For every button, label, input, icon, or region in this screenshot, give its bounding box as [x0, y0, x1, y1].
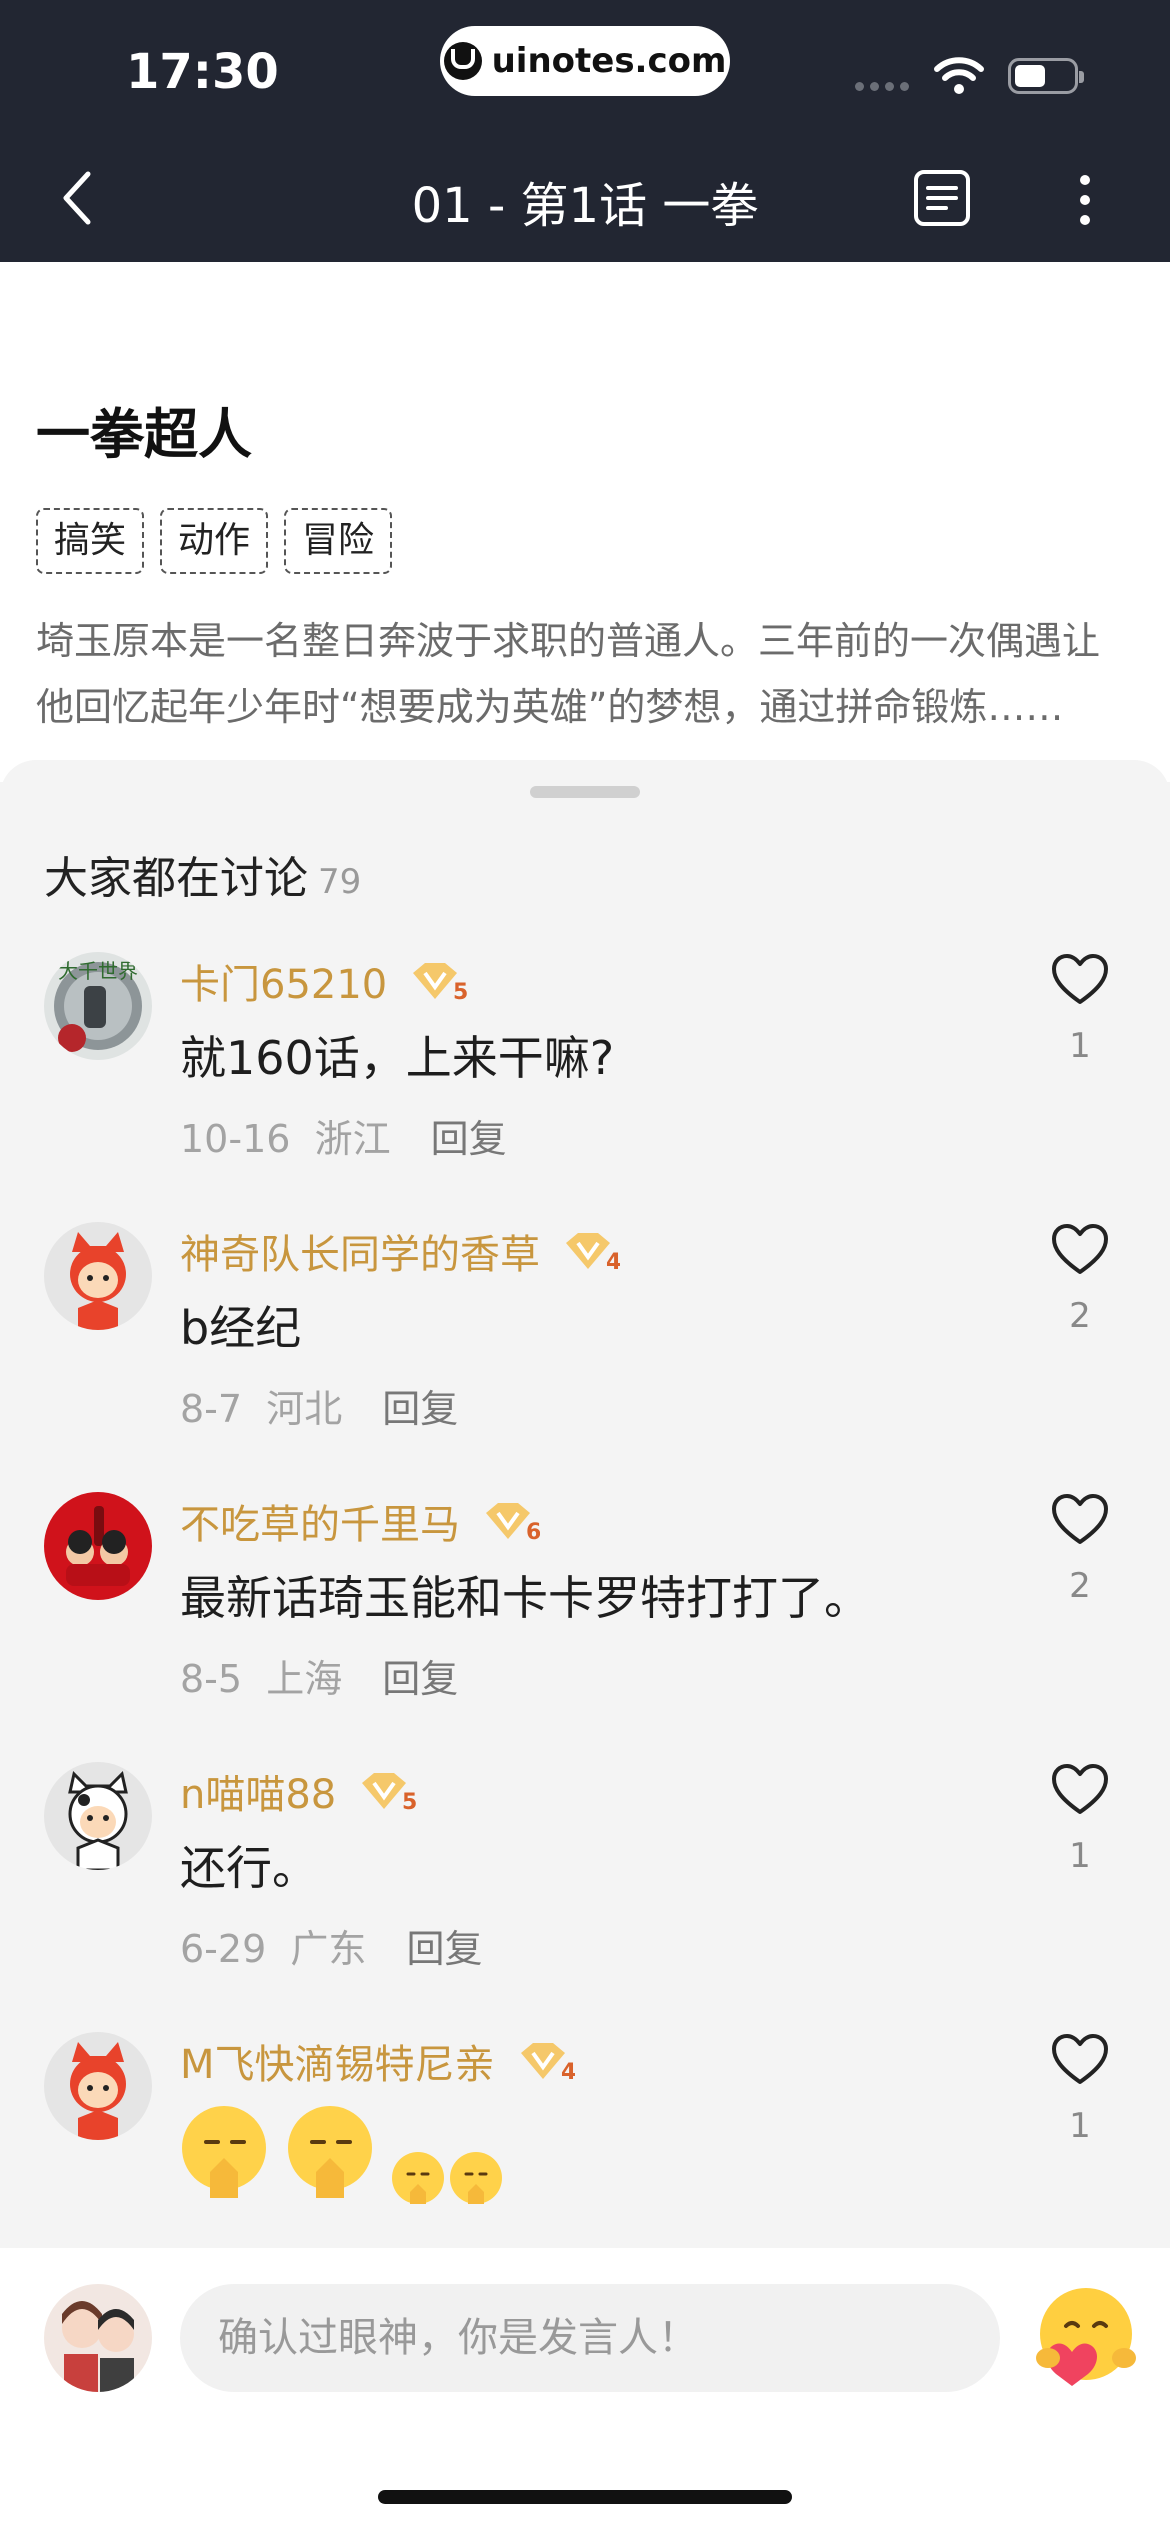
comment-input[interactable]: 确认过眼神，你是发言人！	[180, 2284, 1000, 2392]
comment-date: 8-5	[180, 1657, 243, 1701]
wifi-icon	[934, 57, 984, 94]
praying-face-emoji	[392, 2152, 444, 2204]
comment-meta: 6-29 广东 回复	[180, 1918, 482, 1973]
comment-item: 不吃草的千里马 6 最新话琦玉能和卡卡罗特打打了。 8-5 上海 回复 2	[0, 1470, 1170, 1740]
cola-avatar-icon	[44, 1492, 152, 1600]
reply-button[interactable]: 回复	[406, 1927, 482, 1971]
username-text: 卡门65210	[180, 962, 388, 1008]
username-text: n喵喵88	[180, 1772, 337, 1818]
reply-button[interactable]: 回复	[382, 1657, 458, 1701]
home-indicator[interactable]	[378, 2490, 792, 2504]
my-avatar[interactable]	[44, 2284, 152, 2392]
avatar[interactable]	[44, 1492, 152, 1600]
site-pill: uinotes.com	[440, 26, 730, 96]
username-text: M飞快滴锡特尼亲	[180, 2042, 495, 2088]
avatar[interactable]	[44, 2032, 152, 2140]
like-count: 1	[1069, 2106, 1091, 2146]
red-kid-avatar-icon	[44, 2032, 152, 2140]
comment-meta: 8-7 河北 回复	[180, 1378, 458, 1433]
status-time: 17:30	[126, 44, 279, 100]
book-info: 一拳超人 搞笑 动作 冒险 埼玉原本是一名整日奔波于求职的普通人。三年前的一次偶…	[0, 262, 1170, 782]
cellular-signal-icon	[855, 82, 909, 91]
comment-text: 还行。	[180, 1841, 318, 1895]
book-title: 一拳超人	[36, 403, 252, 466]
comment-username[interactable]: 卡门65210 5	[180, 952, 467, 1010]
comments-title: 大家都在讨论	[44, 853, 308, 904]
username-text: 不吃草的千里马	[180, 1502, 460, 1548]
svg-text:5: 5	[453, 980, 467, 1003]
svg-text:4: 4	[561, 2060, 575, 2083]
top-header: 17:30 uinotes.com 01 - 第1话 一拳	[0, 0, 1170, 262]
praying-face-emoji	[182, 2106, 266, 2198]
comments-count: 79	[318, 862, 362, 902]
avatar[interactable]	[44, 1222, 152, 1330]
comment-composer: 确认过眼神，你是发言人！	[0, 2248, 1170, 2532]
svg-text:4: 4	[606, 1250, 620, 1273]
comment-text: 就160话，上来干嘛?	[180, 1031, 615, 1085]
comment-item: 大千世界 卡门65210 5 就160话，上来干嘛? 10-16 浙江 回复 1	[0, 930, 1170, 1200]
comment-item: M飞快滴锡特尼亲 4 1	[0, 2010, 1170, 2280]
svg-text:6: 6	[526, 1520, 540, 1543]
praying-face-emoji	[288, 2106, 372, 2198]
level-badge-icon: 4	[520, 2043, 575, 2083]
comment-item: 神奇队长同学的香草 4 b经纪 8-7 河北 回复 2	[0, 1200, 1170, 1470]
heart-icon[interactable]	[1050, 2032, 1110, 2088]
comments-header: 大家都在讨论 79	[44, 842, 361, 906]
site-domain: uinotes.com	[491, 41, 727, 81]
photo-avatar-icon: 大千世界	[44, 952, 152, 1060]
comment-location: 河北	[266, 1387, 343, 1431]
chapter-list-icon[interactable]	[912, 168, 972, 228]
level-badge-icon: 5	[413, 963, 467, 1003]
red-kid-avatar-icon	[44, 1222, 152, 1330]
emoji-row	[182, 2106, 502, 2204]
tag-list: 搞笑 动作 冒险	[36, 508, 393, 574]
like-count: 1	[1069, 1026, 1091, 1066]
heart-icon[interactable]	[1050, 1492, 1110, 1548]
tag-comedy[interactable]: 搞笑	[36, 508, 145, 574]
anime-avatar-icon	[44, 2284, 152, 2392]
heart-icon[interactable]	[1050, 1762, 1110, 1818]
cow-kid-avatar-icon	[44, 1762, 152, 1870]
like-count: 2	[1069, 1566, 1091, 1606]
comment-username[interactable]: M飞快滴锡特尼亲 4	[180, 2032, 575, 2090]
like-count: 1	[1069, 1836, 1091, 1876]
comment-username[interactable]: n喵喵88 5	[180, 1762, 416, 1820]
comment-text: b经纪	[180, 1301, 302, 1355]
praying-face-emoji	[450, 2152, 502, 2204]
reply-button[interactable]: 回复	[382, 1387, 458, 1431]
comment-username[interactable]: 神奇队长同学的香草 4	[180, 1222, 620, 1280]
avatar[interactable]	[44, 1762, 152, 1870]
comment-username[interactable]: 不吃草的千里马 6	[180, 1492, 540, 1550]
svg-text:5: 5	[402, 1790, 416, 1813]
comment-meta: 10-16 浙江 回复	[180, 1108, 507, 1163]
heart-icon[interactable]	[1050, 1222, 1110, 1278]
comment-location: 广东	[290, 1927, 367, 1971]
level-badge-icon: 6	[486, 1503, 540, 1543]
comment-date: 6-29	[180, 1927, 267, 1971]
more-options-icon[interactable]	[1070, 170, 1100, 230]
battery-icon	[1008, 58, 1084, 94]
comment-item: n喵喵88 5 还行。 6-29 广东 回复 1	[0, 1740, 1170, 2010]
svg-text:大千世界: 大千世界	[58, 959, 138, 983]
chapter-title: 01 - 第1话 一拳	[411, 178, 759, 234]
comment-date: 8-7	[180, 1387, 243, 1431]
hugging-face-emoji-icon[interactable]	[1026, 2278, 1146, 2398]
comment-location: 上海	[266, 1657, 343, 1701]
uinotes-logo-icon	[443, 42, 482, 80]
heart-icon[interactable]	[1050, 952, 1110, 1008]
tag-adventure[interactable]: 冒险	[284, 508, 393, 574]
comments-sheet: 大家都在讨论 79 大千世界 卡门65210 5 就160话，上来干嘛? 10-1…	[0, 760, 1170, 2260]
reply-button[interactable]: 回复	[431, 1117, 507, 1161]
comment-meta: 8-5 上海 回复	[180, 1648, 458, 1703]
comment-text: 最新话琦玉能和卡卡罗特打打了。	[180, 1571, 870, 1625]
like-count: 2	[1069, 1296, 1091, 1336]
tag-action[interactable]: 动作	[160, 508, 269, 574]
comment-location: 浙江	[314, 1117, 391, 1161]
drag-handle[interactable]	[530, 786, 640, 798]
avatar[interactable]: 大千世界	[44, 952, 152, 1060]
username-text: 神奇队长同学的香草	[180, 1232, 540, 1278]
comment-date: 10-16	[180, 1117, 291, 1161]
level-badge-icon: 5	[362, 1773, 416, 1813]
level-badge-icon: 4	[566, 1233, 620, 1273]
